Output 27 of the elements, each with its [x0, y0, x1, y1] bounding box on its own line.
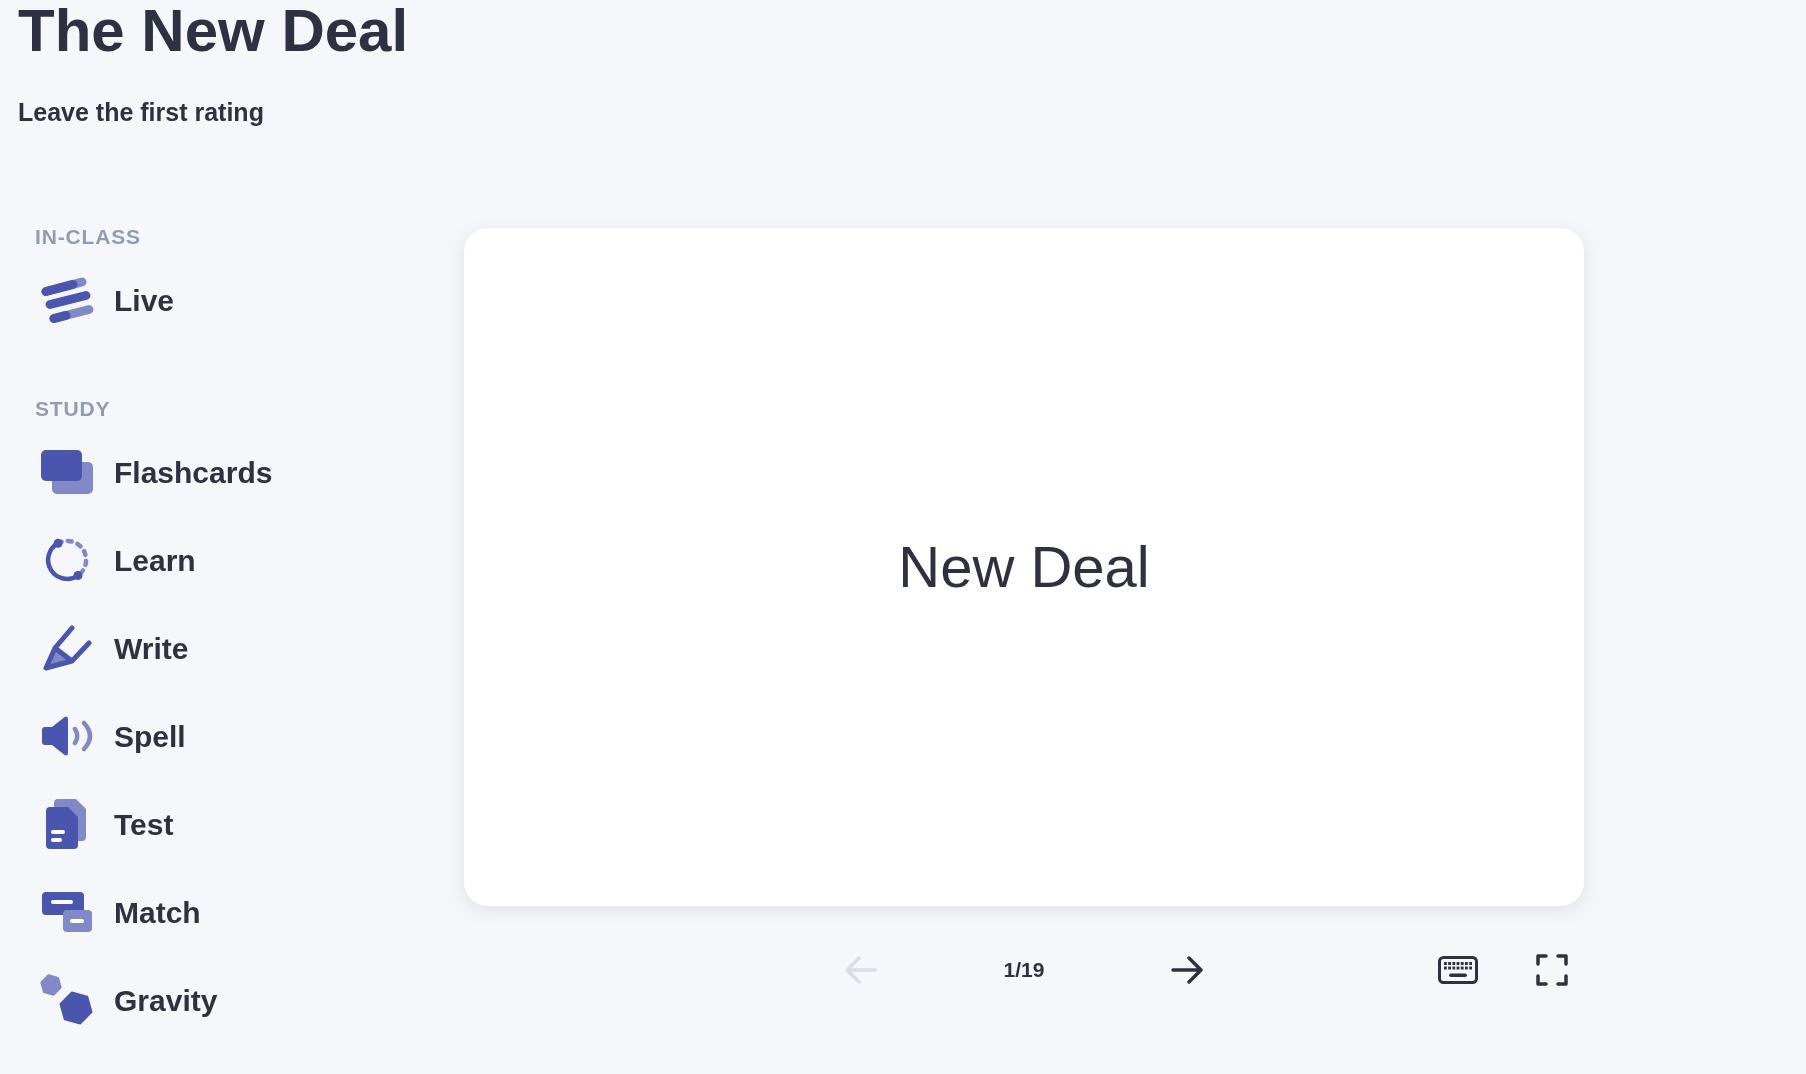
- stacked-boxes-icon: [42, 892, 92, 932]
- page-title: The New Deal: [18, 1, 409, 61]
- section-heading: IN-CLASS: [35, 225, 141, 249]
- sidebar-link[interactable]: Spell: [35, 692, 192, 780]
- keyboard-icon: [1438, 956, 1478, 984]
- documents-icon: [46, 799, 88, 849]
- cards-icon: [41, 450, 93, 494]
- sidebar-link[interactable]: Match: [35, 868, 207, 956]
- dotted-ring-icon: [44, 537, 90, 583]
- pen-icon: [42, 625, 92, 671]
- section-heading: STUDY: [35, 397, 111, 421]
- fullscreen-icon: [1536, 954, 1568, 986]
- hexagons-icon: [40, 974, 94, 1026]
- stripes-icon: [40, 276, 94, 324]
- left-arrow-icon: [845, 955, 877, 985]
- sidebar-link[interactable]: Test: [35, 780, 180, 868]
- right-arrow-icon: [1171, 955, 1203, 985]
- sidebar-link[interactable]: Learn: [35, 516, 202, 604]
- rating-link[interactable]: Leave the first rating: [18, 97, 264, 127]
- sidebar-link[interactable]: Flashcards: [35, 428, 279, 516]
- sidebar-link[interactable]: Live: [35, 256, 181, 344]
- speaker-icon: [41, 716, 93, 756]
- sidebar-link[interactable]: Gravity: [35, 956, 224, 1044]
- flashcard-term: New Deal: [898, 533, 1150, 602]
- flashcard[interactable]: New Deal: [464, 228, 1584, 906]
- sidebar-link[interactable]: Write: [35, 604, 195, 692]
- card-counter: 1/19: [1003, 957, 1045, 984]
